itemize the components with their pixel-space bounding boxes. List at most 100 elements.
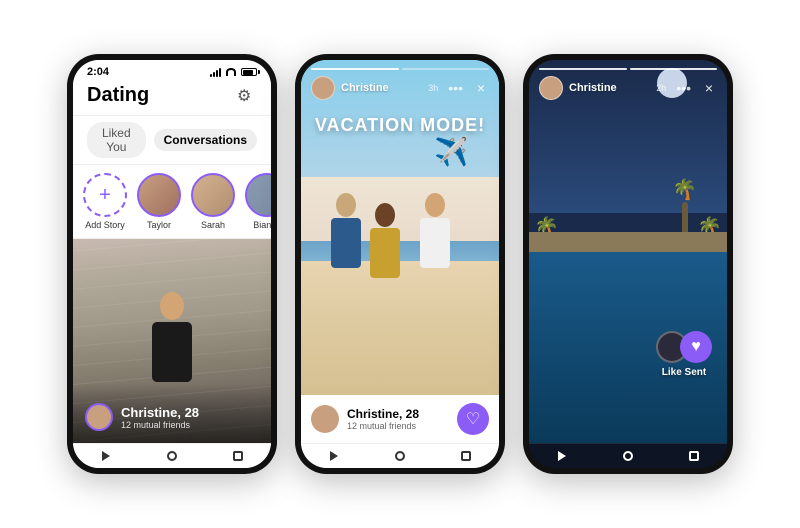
status-icons-1 xyxy=(210,68,257,77)
story-user-row: Christine 3h ••• × xyxy=(311,76,489,100)
like-sent-avatars: ♥ xyxy=(656,331,712,363)
story-screen-3: 🌴 🌴 🌴 xyxy=(529,60,727,443)
bottom-nav-2 xyxy=(301,443,499,468)
app-title: Dating xyxy=(87,84,149,107)
add-story-label: Add Story xyxy=(85,220,125,230)
person-1 xyxy=(331,193,361,268)
story-text-overlay: VACATION MODE! xyxy=(301,115,499,136)
story-avatar-bianca[interactable] xyxy=(245,173,271,217)
card-background: Christine, 28 12 mutual friends xyxy=(73,239,271,443)
back-icon-3 xyxy=(558,451,566,461)
tab-liked-you[interactable]: Liked You xyxy=(87,122,146,158)
story-more-icon[interactable]: ••• xyxy=(448,80,463,96)
nav-recents-3[interactable] xyxy=(682,450,706,462)
home-icon-3 xyxy=(623,451,633,461)
phone-1: 2:04 Dating ⚙ xyxy=(67,54,277,474)
story-card-info: Christine, 28 12 mutual friends ♡ xyxy=(301,395,499,443)
recents-icon xyxy=(233,451,243,461)
story-header-2: Christine 3h ••• × xyxy=(301,60,499,104)
wifi-icon xyxy=(226,68,236,76)
progress-3-1 xyxy=(539,68,627,70)
recents-icon-2 xyxy=(461,451,471,461)
settings-icon[interactable]: ⚙ xyxy=(237,86,257,106)
story-add[interactable]: + Add Story xyxy=(83,173,127,230)
status-bar-1: 2:04 xyxy=(73,60,271,80)
story-time-3: 2h xyxy=(656,83,666,93)
signal-icon xyxy=(210,68,221,77)
story-user-avatar-3 xyxy=(539,76,563,100)
phone-3-frame: 🌴 🌴 🌴 xyxy=(523,54,733,474)
story-sarah[interactable]: Sarah xyxy=(191,173,235,230)
battery-icon xyxy=(241,68,257,76)
story-card-avatar xyxy=(311,405,339,433)
phone-2: Christine 3h ••• × VACATION MODE! ✈️ Chr… xyxy=(295,54,505,474)
story-close-btn-3[interactable]: × xyxy=(701,80,717,96)
beach-sand xyxy=(301,261,499,395)
story-taylor[interactable]: Taylor xyxy=(137,173,181,230)
story-screen-2: Christine 3h ••• × VACATION MODE! ✈️ xyxy=(301,60,499,395)
like-button[interactable]: ♡ xyxy=(457,403,489,435)
recents-icon-3 xyxy=(689,451,699,461)
pool-scene: 🌴 🌴 🌴 xyxy=(529,60,727,443)
person-2 xyxy=(370,203,400,278)
nav-home-3[interactable] xyxy=(616,450,640,462)
nav-back-3[interactable] xyxy=(550,450,574,462)
phone-1-frame: 2:04 Dating ⚙ xyxy=(67,54,277,474)
phone-1-screen: 2:04 Dating ⚙ xyxy=(73,60,271,468)
story-user-row-3: Christine 2h ••• × xyxy=(539,76,717,100)
phone-2-screen: Christine 3h ••• × VACATION MODE! ✈️ Chr… xyxy=(301,60,499,468)
story-card-text: Christine, 28 12 mutual friends xyxy=(347,407,449,431)
progress-3-2 xyxy=(630,68,718,70)
phone-2-frame: Christine 3h ••• × VACATION MODE! ✈️ Chr… xyxy=(295,54,505,474)
person-3 xyxy=(420,193,450,268)
story-header-3: Christine 2h ••• × xyxy=(529,60,727,104)
card-text: Christine, 28 12 mutual friends xyxy=(121,405,259,430)
home-icon xyxy=(167,451,177,461)
story-more-icon-3[interactable]: ••• xyxy=(676,80,691,96)
card-person-figure xyxy=(152,292,192,382)
story-emoji: ✈️ xyxy=(434,135,469,168)
nav-home[interactable] xyxy=(160,450,184,462)
story-time: 3h xyxy=(428,83,438,93)
story-card-name: Christine, 28 xyxy=(347,407,449,421)
add-story-btn[interactable]: + xyxy=(83,173,127,217)
back-icon xyxy=(102,451,110,461)
story-progress-3 xyxy=(539,68,717,70)
story-username-3: Christine xyxy=(569,82,650,94)
progress-2 xyxy=(402,68,490,70)
progress-1 xyxy=(311,68,399,70)
story-card-sub: 12 mutual friends xyxy=(347,421,449,431)
story-label-bianca: Bianca xyxy=(253,220,271,230)
nav-recents-2[interactable] xyxy=(454,450,478,462)
tabs-row: Liked You Conversations xyxy=(73,116,271,165)
main-card[interactable]: Christine, 28 12 mutual friends xyxy=(73,239,271,443)
bottom-nav-1 xyxy=(73,443,271,468)
card-info-overlay: Christine, 28 12 mutual friends xyxy=(73,383,271,443)
back-icon-2 xyxy=(330,451,338,461)
card-person-name: Christine, 28 xyxy=(121,405,259,420)
story-close-btn[interactable]: × xyxy=(473,80,489,96)
story-bianca[interactable]: Bianca xyxy=(245,173,271,230)
nav-home-2[interactable] xyxy=(388,450,412,462)
story-avatar-sarah[interactable] xyxy=(191,173,235,217)
story-user-avatar xyxy=(311,76,335,100)
home-icon-2 xyxy=(395,451,405,461)
nav-recents[interactable] xyxy=(226,450,250,462)
card-person-sub: 12 mutual friends xyxy=(121,420,259,430)
story-avatar-taylor[interactable] xyxy=(137,173,181,217)
status-time-1: 2:04 xyxy=(87,66,109,78)
bottom-nav-3 xyxy=(529,443,727,468)
story-label-taylor: Taylor xyxy=(147,220,171,230)
card-avatar xyxy=(85,403,113,431)
nav-back[interactable] xyxy=(94,450,118,462)
story-progress xyxy=(311,68,489,70)
phone-3: 🌴 🌴 🌴 xyxy=(523,54,733,474)
stories-row: + Add Story Taylor Sarah Bianca Sp xyxy=(73,165,271,239)
like-sent-label: Like Sent xyxy=(662,367,706,378)
story-username: Christine xyxy=(341,82,422,94)
story-photo-bg xyxy=(301,60,499,395)
tab-conversations[interactable]: Conversations xyxy=(154,129,257,151)
nav-back-2[interactable] xyxy=(322,450,346,462)
like-heart-icon: ♥ xyxy=(680,331,712,363)
app-header: Dating ⚙ xyxy=(73,80,271,116)
